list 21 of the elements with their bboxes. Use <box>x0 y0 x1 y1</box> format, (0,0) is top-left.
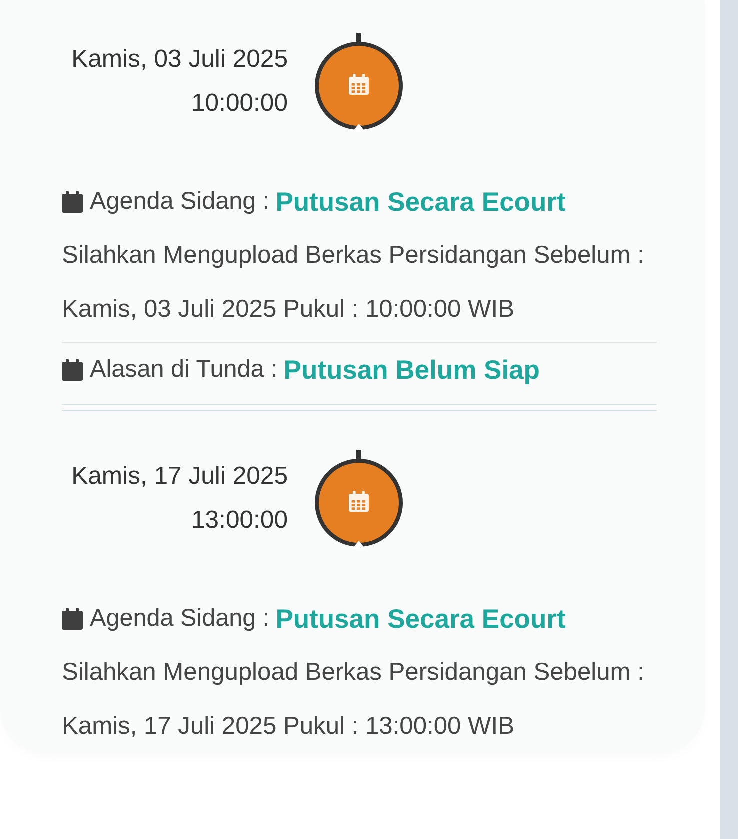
calendar-icon <box>349 74 369 95</box>
detail-label: Agenda Sidang : <box>90 188 270 216</box>
hearing-time: 13:00:00 <box>191 506 288 536</box>
calendar-icon <box>349 491 369 512</box>
detail-value: Putusan Belum Siap <box>284 354 540 386</box>
calendar-icon <box>62 608 83 630</box>
timeline-node-icon <box>315 33 403 132</box>
detail-label: Agenda Sidang : <box>90 605 270 633</box>
detail-note: Kamis, 03 Juli 2025 Pukul : 10:00:00 WIB <box>62 295 514 325</box>
hearing-date: Kamis, 03 Juli 2025 <box>72 45 288 75</box>
detail-value: Putusan Secara Ecourt <box>276 604 566 634</box>
calendar-icon <box>62 191 83 213</box>
hearing-date: Kamis, 17 Juli 2025 <box>72 462 288 492</box>
detail-note: Kamis, 17 Juli 2025 Pukul : 13:00:00 WIB <box>62 712 514 742</box>
detail-note: Silahkan Mengupload Berkas Persidangan Sebelum : <box>62 241 644 271</box>
timeline-node-icon <box>315 450 403 549</box>
detail-value: Putusan Secara Ecourt <box>276 186 566 218</box>
detail-note: Silahkan Mengupload Berkas Persidangan Sebelum : <box>62 658 644 688</box>
detail-label: Alasan di Tunda : <box>90 356 278 384</box>
hearing-time: 10:00:00 <box>191 89 288 119</box>
calendar-icon <box>62 359 83 381</box>
